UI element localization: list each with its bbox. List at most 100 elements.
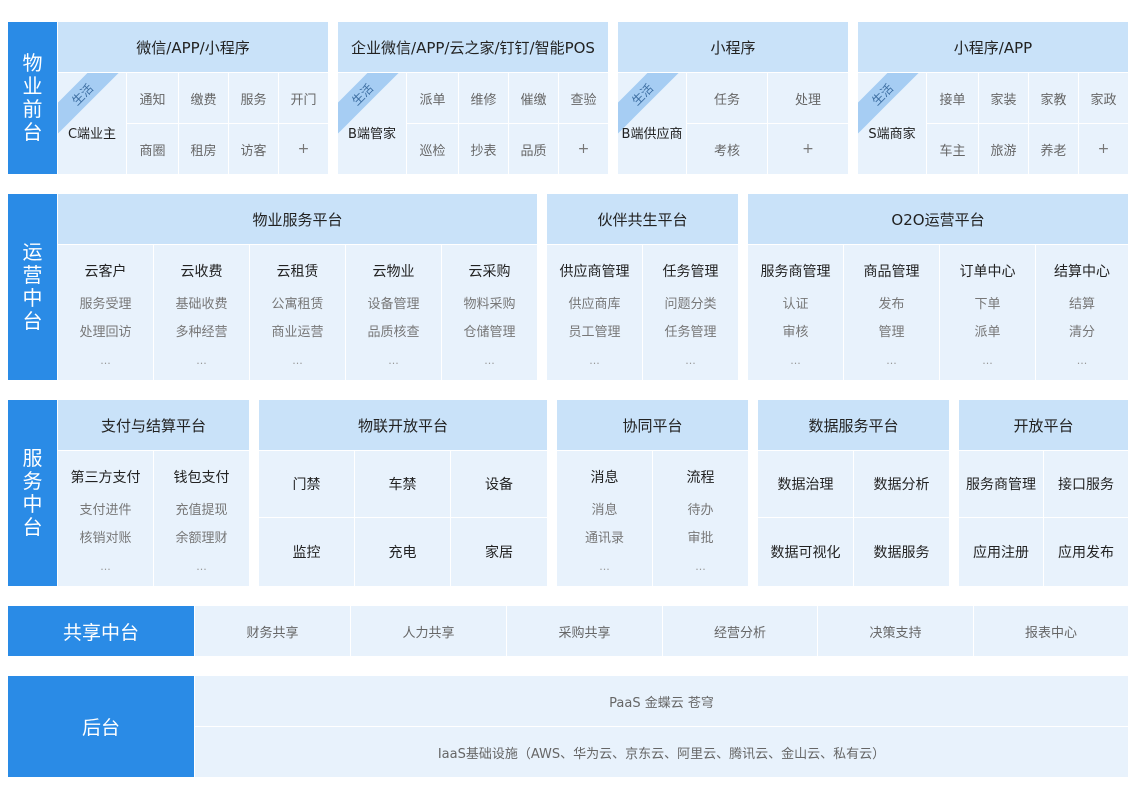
service-module[interactable]: 第三方支付 支付进件 核销对账 ... (58, 451, 153, 586)
front-item[interactable]: 服务 (229, 73, 278, 123)
ops-platform-header: O2O运营平台 (748, 194, 1128, 244)
ellipsis-text: ... (484, 354, 495, 367)
front-role-name: S端商家 (868, 127, 916, 142)
ops-module[interactable]: 商品管理 发布 管理 ... (844, 245, 939, 380)
ops-module[interactable]: 云物业 设备管理 品质核查 ... (346, 245, 441, 380)
ops-module[interactable]: 订单中心 下单 派单 ... (940, 245, 1035, 380)
iot-item[interactable]: 充电 (355, 518, 450, 586)
iot-item[interactable]: 设备 (451, 451, 547, 517)
front-item[interactable]: 家政 (1079, 73, 1128, 123)
data-service-item[interactable]: 数据服务 (854, 518, 949, 586)
add-item-button[interactable]: + (768, 124, 848, 174)
shared-service-item[interactable]: 经营分析 (663, 606, 817, 656)
ops-module[interactable]: 云客户 服务受理 处理回访 ... (58, 245, 153, 380)
section-label-backend: 后台 (8, 676, 194, 777)
ellipsis-text: ... (599, 560, 610, 573)
ops-module[interactable]: 云租赁 公寓租赁 商业运营 ... (250, 245, 345, 380)
paas-layer[interactable]: PaaS 金蝶云 苍穹 (195, 676, 1128, 726)
shared-service-item[interactable]: 报表中心 (974, 606, 1128, 656)
front-item[interactable]: 商圈 (127, 124, 178, 174)
shared-service-item[interactable]: 财务共享 (195, 606, 350, 656)
open-platform-item[interactable]: 应用发布 (1044, 518, 1128, 586)
front-item[interactable]: 品质 (509, 124, 558, 174)
front-item[interactable]: 查验 (559, 73, 608, 123)
service-platform-header: 协同平台 (557, 400, 748, 450)
front-role-card[interactable]: 生活 C端业主 (58, 73, 126, 174)
section-label-text: 共享中台 (62, 621, 139, 644)
ops-module[interactable]: 供应商管理 供应商库 员工管理 ... (547, 245, 642, 380)
ellipsis-text: ... (1076, 354, 1088, 367)
front-item[interactable]: 处理 (768, 73, 848, 123)
front-item[interactable]: 维修 (459, 73, 508, 123)
front-item[interactable]: 巡检 (407, 124, 458, 174)
ellipsis-text: ... (388, 354, 399, 367)
iot-item[interactable]: 监控 (259, 518, 354, 586)
iot-item[interactable]: 门禁 (259, 451, 354, 517)
ops-module[interactable]: 云采购 物料采购 仓储管理 ... (442, 245, 537, 380)
front-item[interactable]: 旅游 (979, 124, 1028, 174)
service-module[interactable]: 钱包支付 充值提现 余额理财 ... (154, 451, 249, 586)
ops-module-item: 员工管理 (568, 325, 621, 340)
ops-module[interactable]: 云收费 基础收费 多种经营 ... (154, 245, 249, 380)
add-item-button[interactable]: + (279, 124, 328, 174)
ellipsis-text: ... (196, 560, 207, 573)
data-service-item[interactable]: 数据分析 (854, 451, 949, 517)
ops-platform-header: 物业服务平台 (58, 194, 537, 244)
front-item[interactable]: 抄表 (459, 124, 508, 174)
front-role-name: B端供应商 (621, 127, 683, 142)
service-module[interactable]: 流程 待办 审批 ... (653, 451, 748, 586)
ops-module[interactable]: 任务管理 问题分类 任务管理 ... (643, 245, 738, 380)
ops-module-item: 下单 (974, 297, 1001, 312)
add-item-button[interactable]: + (559, 124, 608, 174)
add-item-button[interactable]: + (1079, 124, 1128, 174)
ops-module[interactable]: 结算中心 结算 清分 ... (1036, 245, 1128, 380)
ops-module-title: 云物业 (372, 264, 415, 280)
service-module-item: 待办 (687, 503, 714, 518)
front-item[interactable]: 缴费 (179, 73, 228, 123)
front-role-card[interactable]: 生活 S端商家 (858, 73, 926, 174)
ops-module[interactable]: 服务商管理 认证 审核 ... (748, 245, 843, 380)
front-item[interactable]: 派单 (407, 73, 458, 123)
front-item[interactable]: 家教 (1029, 73, 1078, 123)
front-item[interactable]: 任务 (687, 73, 767, 123)
ops-module-item: 设备管理 (367, 297, 420, 312)
front-role-card[interactable]: 生活 B端供应商 (618, 73, 686, 174)
front-item[interactable]: 通知 (127, 73, 178, 123)
front-item[interactable]: 访客 (229, 124, 278, 174)
service-module-item: 核销对账 (79, 531, 132, 546)
iot-item[interactable]: 车禁 (355, 451, 450, 517)
front-item[interactable]: 家装 (979, 73, 1028, 123)
service-platform-header: 物联开放平台 (259, 400, 547, 450)
front-role-card[interactable]: 生活 B端管家 (338, 73, 406, 174)
front-item[interactable]: 接单 (927, 73, 978, 123)
data-service-item[interactable]: 数据可视化 (758, 518, 853, 586)
front-group-header: 企业微信/APP/云之家/钉钉/智能POS (338, 22, 608, 72)
front-item[interactable]: 开门 (279, 73, 328, 123)
open-platform-item[interactable]: 接口服务 (1044, 451, 1128, 517)
front-item[interactable]: 催缴 (509, 73, 558, 123)
ellipsis-text: ... (790, 354, 801, 367)
ops-module-item: 服务受理 (79, 297, 132, 312)
service-platform-header: 数据服务平台 (758, 400, 949, 450)
data-service-item[interactable]: 数据治理 (758, 451, 853, 517)
front-item[interactable]: 养老 (1029, 124, 1078, 174)
front-group-header: 微信/APP/小程序 (58, 22, 328, 72)
open-platform-item[interactable]: 应用注册 (959, 518, 1043, 586)
ops-module-item: 审核 (782, 325, 809, 340)
service-module[interactable]: 消息 消息 通讯录 ... (557, 451, 652, 586)
shared-service-item[interactable]: 决策支持 (818, 606, 973, 656)
iot-item[interactable]: 家居 (451, 518, 547, 586)
ops-module-title: 云客户 (84, 264, 127, 280)
service-module-title: 流程 (686, 470, 715, 486)
front-item[interactable]: 车主 (927, 124, 978, 174)
ellipsis-text: ... (589, 354, 600, 367)
front-item[interactable]: 租房 (179, 124, 228, 174)
shared-service-item[interactable]: 人力共享 (351, 606, 506, 656)
ops-module-item: 问题分类 (664, 297, 717, 312)
iaas-layer[interactable]: IaaS基础设施（AWS、华为云、京东云、阿里云、腾讯云、金山云、私有云） (195, 727, 1128, 777)
section-label-text: 运营中台 (22, 240, 43, 333)
front-item[interactable]: 考核 (687, 124, 767, 174)
open-platform-item[interactable]: 服务商管理 (959, 451, 1043, 517)
ops-platform-header: 伙伴共生平台 (547, 194, 738, 244)
shared-service-item[interactable]: 采购共享 (507, 606, 662, 656)
